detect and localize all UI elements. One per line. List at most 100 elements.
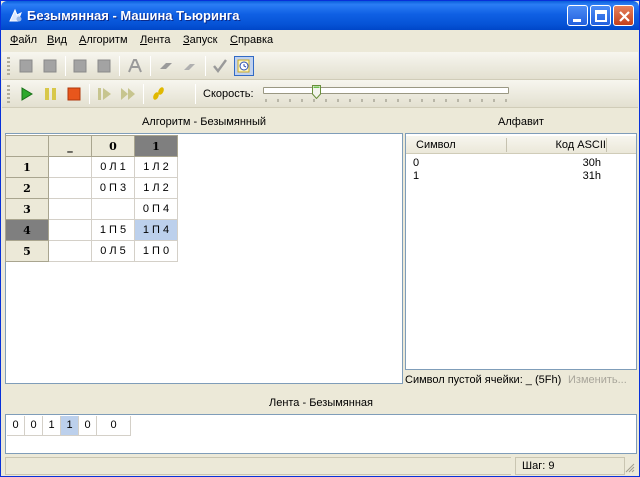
table-corner: [5, 135, 49, 157]
menu-algorithm[interactable]: Алгоритм: [79, 34, 128, 46]
eraser-button[interactable]: [157, 56, 177, 76]
close-icon: [619, 11, 630, 22]
table-row: 3 0 П 4: [5, 198, 178, 220]
tape-cell[interactable]: 0: [97, 416, 131, 436]
state-header[interactable]: 4: [5, 219, 49, 241]
table-row: 1 0 Л 1 1 Л 2: [5, 156, 178, 178]
alphabet-panel-title: Алфавит: [405, 112, 637, 132]
main-window: Безымянная - Машина Тьюринга Файл Вид Ал…: [0, 0, 640, 477]
menu-run[interactable]: Запуск: [183, 34, 217, 46]
column-divider[interactable]: [606, 138, 607, 152]
menu-file[interactable]: Файл: [10, 34, 37, 46]
insert-row-button[interactable]: [16, 56, 36, 76]
column-header-symbol[interactable]: Символ: [416, 139, 456, 151]
toolbar-separator: [119, 56, 120, 76]
table-cell[interactable]: [48, 177, 92, 199]
table-cell[interactable]: [48, 156, 92, 178]
stop-button[interactable]: [64, 84, 84, 104]
pause-icon: [45, 88, 56, 100]
state-header[interactable]: 3: [5, 198, 49, 220]
maximize-button[interactable]: [590, 5, 611, 26]
algorithm-table: _ 0 1 1 0 Л 1 1 Л 2 2 0 П 3 1 Л 2 3 0 П …: [5, 135, 178, 262]
table-cell[interactable]: 1 П 0: [134, 240, 178, 262]
table-cell[interactable]: [48, 219, 92, 241]
table-cell[interactable]: 0 П 4: [134, 198, 178, 220]
insert-column-button[interactable]: [70, 56, 90, 76]
footsteps-button[interactable]: [148, 84, 168, 104]
alphabet-list-header: Символ Код ASCII: [406, 136, 636, 154]
check-button[interactable]: [210, 56, 230, 76]
clear-button[interactable]: [180, 56, 200, 76]
font-button[interactable]: [125, 56, 145, 76]
insert-column-icon: [73, 59, 87, 73]
delete-row-button[interactable]: [40, 56, 60, 76]
table-cell[interactable]: 0 Л 1: [91, 156, 135, 178]
alphabet-code: 30h: [582, 157, 601, 169]
column-header[interactable]: 0: [91, 135, 135, 157]
speed-slider-ticks: [265, 99, 507, 102]
table-header-row: _ 0 1: [5, 135, 178, 157]
change-empty-symbol-button[interactable]: Изменить...: [568, 374, 627, 386]
menu-help[interactable]: Справка: [230, 34, 273, 46]
table-cell[interactable]: [91, 198, 135, 220]
table-row: 2 0 П 3 1 Л 2: [5, 177, 178, 199]
footsteps-icon: [153, 87, 164, 100]
tape-cell[interactable]: 1: [43, 416, 61, 436]
delete-column-button[interactable]: [94, 56, 114, 76]
step-counter: Шаг: 9: [515, 457, 625, 475]
tape-cell[interactable]: 0: [25, 416, 43, 436]
toolbar-grip[interactable]: [7, 57, 10, 75]
state-header[interactable]: 5: [5, 240, 49, 262]
state-header[interactable]: 1: [5, 156, 49, 178]
note-clock-icon: [237, 59, 250, 73]
tape-cell[interactable]: 0: [7, 416, 25, 436]
menu-tape[interactable]: Лента: [140, 34, 170, 46]
speed-slider-thumb[interactable]: [312, 85, 322, 99]
maximize-icon: [595, 10, 607, 22]
speed-slider[interactable]: [263, 87, 509, 94]
fast-forward-button[interactable]: [118, 84, 138, 104]
toolbar-separator: [143, 84, 144, 104]
comment-button[interactable]: [234, 56, 254, 76]
column-header-code[interactable]: Код ASCII: [556, 139, 607, 151]
eraser-icon: [160, 63, 172, 69]
list-item[interactable]: 1 31h: [413, 170, 601, 183]
table-cell-current[interactable]: 1 П 4: [134, 219, 178, 241]
pause-button[interactable]: [40, 84, 60, 104]
start-button[interactable]: [16, 84, 36, 104]
fast-forward-icon: [121, 88, 135, 100]
empty-cell-symbol-label: Символ пустой ячейки: _ (5Fh): [405, 374, 562, 386]
table-cell[interactable]: 1 Л 2: [134, 156, 178, 178]
menu-view[interactable]: Вид: [47, 34, 67, 46]
toolbar-separator: [65, 56, 66, 76]
stop-icon: [67, 87, 81, 101]
alphabet-symbol: 1: [413, 170, 420, 182]
list-item[interactable]: 0 30h: [413, 157, 601, 170]
column-divider[interactable]: [506, 138, 507, 152]
app-icon: [9, 8, 22, 22]
play-icon: [21, 87, 33, 101]
column-header[interactable]: 1: [134, 135, 178, 157]
table-cell[interactable]: 1 П 5: [91, 219, 135, 241]
table-cell[interactable]: 0 Л 5: [91, 240, 135, 262]
speed-label: Скорость:: [203, 88, 254, 100]
close-button[interactable]: [613, 5, 634, 26]
tape-cell[interactable]: 0: [79, 416, 97, 436]
toolbar-separator: [89, 84, 90, 104]
minimize-icon: [573, 19, 581, 22]
toolbar-grip[interactable]: [7, 85, 10, 103]
delete-row-icon: [43, 59, 57, 73]
title-bar[interactable]: Безымянная - Машина Тьюринга: [1, 1, 639, 30]
algorithm-panel-title: Алгоритм - Безымянный: [5, 112, 403, 132]
resize-grip-icon[interactable]: [625, 463, 635, 473]
table-row: 4 1 П 5 1 П 4: [5, 219, 178, 241]
step-button[interactable]: [94, 84, 114, 104]
table-cell[interactable]: 1 Л 2: [134, 177, 178, 199]
minimize-button[interactable]: [567, 5, 588, 26]
table-cell[interactable]: [48, 198, 92, 220]
column-header[interactable]: _: [48, 135, 92, 157]
state-header[interactable]: 2: [5, 177, 49, 199]
table-cell[interactable]: 0 П 3: [91, 177, 135, 199]
tape-cell-head[interactable]: 1: [61, 416, 79, 436]
table-cell[interactable]: [48, 240, 92, 262]
